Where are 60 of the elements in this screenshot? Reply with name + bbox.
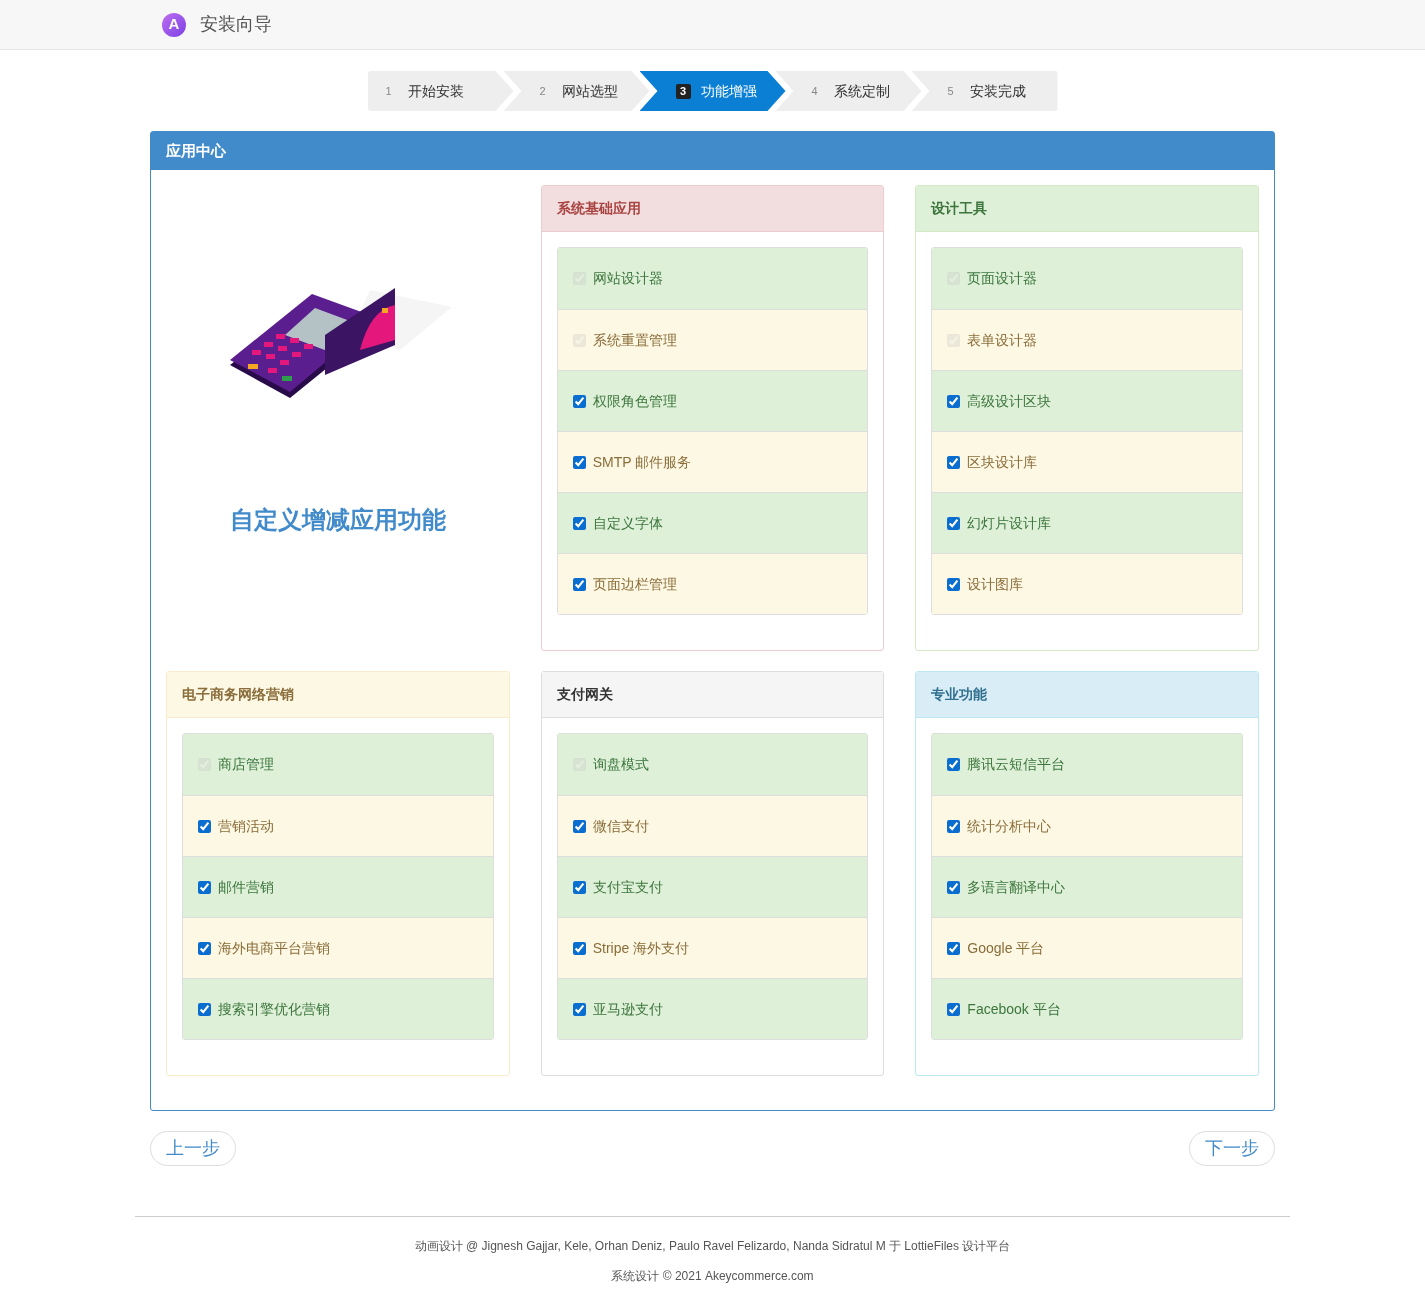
step-tab[interactable]: 4 系统定制 [775,71,922,111]
step-tab[interactable]: 1 开始安装 [367,71,514,111]
checkbox[interactable] [572,516,586,530]
checkbox[interactable] [572,941,586,955]
step-tab[interactable]: 5 安装完成 [911,71,1058,111]
checkbox[interactable] [198,819,211,833]
credits-text: 动画设计 @ Jignesh Gajjar, Kele, Orhan Deniz, Paulo Ravel Felizardo, Nanda Sidratul M 于 LottieFiles 设计平台 [414,1238,1011,1255]
group-title: 支付网关 [556,685,613,704]
page-title: 安装向导 [200,13,272,36]
checkbox[interactable] [947,941,961,955]
app-option-row[interactable]: Google 平台 [932,917,1242,978]
group-title: 电子商务网络营销 [182,685,294,704]
group-title: 设计工具 [931,199,988,218]
panel-title: 应用中心 [166,140,226,161]
checkbox[interactable] [947,455,961,469]
next-button[interactable]: 下一步 [1189,1131,1275,1166]
step-tab[interactable]: 3 功能增强 [639,71,786,111]
checkbox[interactable] [572,577,586,591]
checkbox[interactable] [572,455,586,469]
app-option-row[interactable]: 页面边栏管理 [557,553,868,614]
checkbox[interactable] [198,1002,211,1016]
app-option-row[interactable]: 区块设计库 [932,431,1242,492]
checkbox[interactable] [198,880,211,894]
app-option-row[interactable]: 微信支付 [557,795,868,856]
app-option-row[interactable]: 多语言翻译中心 [932,856,1242,917]
group-title: 专业功能 [931,685,988,704]
app-option-row[interactable]: 权限角色管理 [557,370,868,431]
checkbox[interactable] [572,880,586,894]
checkbox[interactable] [572,394,586,408]
checkbox[interactable] [947,1002,961,1016]
app-option-row[interactable]: 邮件营销 [183,856,493,917]
checkbox[interactable] [947,880,961,894]
app-option-row[interactable]: 海外电商平台营销 [183,917,493,978]
app-option-row[interactable]: Stripe 海外支付 [557,917,868,978]
app-option-row[interactable]: 支付宝支付 [557,856,868,917]
app-option-row[interactable]: 搜索引擎优化营销 [183,978,493,1039]
app-option-row[interactable]: 高级设计区块 [932,370,1242,431]
app-option-row[interactable]: SMTP 邮件服务 [557,431,868,492]
copyright-text: 系统设计 © 2021 Akeycommerce.com [611,1268,814,1285]
app-option-row[interactable]: Facebook 平台 [932,978,1242,1039]
app-option-row[interactable]: 亚马逊支付 [557,978,868,1039]
checkbox[interactable] [947,516,961,530]
checkbox[interactable] [947,819,961,833]
step-tab[interactable]: 2 网站选型 [503,71,650,111]
checkbox[interactable] [198,941,211,955]
checkbox[interactable] [572,819,586,833]
app-option-row[interactable]: 营销活动 [183,795,493,856]
app-option-row[interactable]: 幻灯片设计库 [932,492,1242,553]
app-option-row[interactable]: 统计分析中心 [932,795,1242,856]
checkbox[interactable] [572,1002,586,1016]
tagline: 自定义增减应用功能 [229,505,446,535]
checkbox[interactable] [947,394,961,408]
previous-button[interactable]: 上一步 [150,1131,236,1166]
app-option-row[interactable]: 腾讯云短信平台 [932,734,1242,795]
logo-icon: A [162,12,186,37]
group-title: 系统基础应用 [556,199,641,218]
checkbox[interactable] [947,758,961,771]
checkbox[interactable] [947,577,961,591]
app-option-row[interactable]: 自定义字体 [557,492,868,553]
app-option-row[interactable]: 设计图库 [932,553,1242,614]
